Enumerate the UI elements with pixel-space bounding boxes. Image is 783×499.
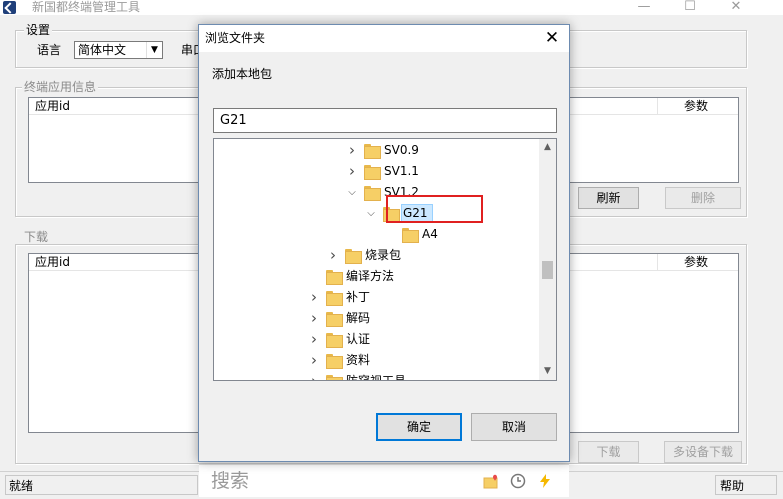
chevron-right-icon[interactable]: › [308,329,320,350]
tree-item-label: 解码 [346,311,371,325]
tree-item-label: A4 [422,227,438,241]
download-group-label: 下载 [22,230,51,244]
scroll-up-icon[interactable]: ▲ [539,139,556,156]
window-title: 新国都终端管理工具 [32,0,141,14]
language-select-value: 简体中文 [78,43,127,57]
refresh-button[interactable]: 刷新 [578,187,639,209]
folder-icon [326,270,343,285]
chevron-down-icon[interactable]: ⌵ [365,203,377,224]
chevron-right-icon[interactable]: › [308,350,320,371]
tree-item-label: 防窥视工具 [346,374,407,381]
folder-tree[interactable]: › 防窥视工具 › 资料 › 认证 › 解码 › 补丁 编译方法 › 烧录包 A4 ⌵ G21 ⌵ SV1.2 › S… [213,138,557,381]
tree-item[interactable]: › 补丁 [214,287,540,308]
column-header-params[interactable]: 参数 [657,98,739,115]
lightning-icon[interactable] [537,473,553,489]
dialog-title-bar: 浏览文件夹 ✕ [199,25,569,52]
ime-toolbar: 搜索 [199,464,569,497]
tree-item[interactable]: › 烧录包 [214,245,540,266]
folder-icon [326,312,343,327]
app-icon [3,1,16,14]
settings-group-label: 设置 [24,23,53,37]
language-select[interactable]: 简体中文 ▼ [74,41,163,59]
delete-button[interactable]: 删除 [665,187,741,209]
tree-item[interactable]: › SV0.9 [214,140,540,161]
download-button[interactable]: 下载 [578,441,639,463]
folder-icon [326,354,343,369]
folder-icon [326,291,343,306]
chevron-right-icon[interactable]: › [308,287,320,308]
chevron-right-icon[interactable]: › [346,140,358,161]
dialog-title: 浏览文件夹 [205,31,266,45]
tree-item-label: 补丁 [346,290,371,304]
chevron-right-icon[interactable]: › [308,371,320,380]
help-status: 帮助 [715,475,777,495]
folder-icon [345,249,362,264]
folder-icon [364,165,381,180]
folder-icon [402,228,419,243]
chevron-right-icon[interactable]: › [346,161,358,182]
folder-icon [326,333,343,348]
chevron-right-icon[interactable]: › [327,245,339,266]
minimize-button[interactable]: — [624,0,664,15]
ime-search-input[interactable]: 搜索 [211,468,249,494]
folder-heart-icon[interactable] [483,473,499,489]
tree-item[interactable]: ⌵ SV1.2 [214,182,540,203]
cancel-button[interactable]: 取消 [471,413,557,441]
tree-item-label: SV1.1 [384,164,419,178]
title-bar: 新国都终端管理工具 — ☐ ✕ [0,0,783,15]
chevron-down-icon[interactable]: ⌵ [346,182,358,203]
tree-item-label: 烧录包 [365,248,402,262]
scroll-thumb[interactable] [542,261,553,280]
close-button[interactable]: ✕ [716,0,756,15]
dialog-close-button[interactable]: ✕ [539,27,565,49]
language-label: 语言 [37,43,62,57]
tree-item-label: SV0.9 [384,143,419,157]
tree-item[interactable]: 编译方法 [214,266,540,287]
tree-item[interactable]: › 认证 [214,329,540,350]
tree-item-label: 编译方法 [346,269,395,283]
column-header-params[interactable]: 参数 [657,254,739,271]
tree-item-label: 认证 [346,332,371,346]
clock-icon[interactable] [510,473,526,489]
column-header-app-id[interactable]: 应用id [29,98,201,115]
tree-scrollbar[interactable]: ▲ ▼ [539,139,556,380]
status-text: 就绪 [5,475,198,495]
dialog-description: 添加本地包 [212,67,273,81]
folder-icon [326,375,343,380]
tree-item[interactable]: ⌵ G21 [214,203,540,224]
folder-icon [364,144,381,159]
tree-item[interactable]: A4 [214,224,540,245]
browse-folder-dialog: 浏览文件夹 ✕ 添加本地包 G21 › 防窥视工具 › 资料 › 认证 › 解码 › 补丁 编译方法… [198,24,570,462]
tree-item[interactable]: › 资料 [214,350,540,371]
column-header-app-id[interactable]: 应用id [29,254,201,271]
selection-annotation-box [386,195,483,223]
terminal-apps-group-label: 终端应用信息 [22,80,99,94]
chevron-down-icon: ▼ [146,42,162,58]
tree-item[interactable]: › 防窥视工具 [214,371,540,381]
maximize-button[interactable]: ☐ [670,0,710,15]
scroll-down-icon[interactable]: ▼ [539,363,556,380]
tree-item[interactable]: › SV1.1 [214,161,540,182]
ok-button[interactable]: 确定 [376,413,462,441]
folder-icon [364,186,381,201]
tree-item[interactable]: › 解码 [214,308,540,329]
folder-path-field[interactable]: G21 [213,108,557,133]
tree-item-label: 资料 [346,353,371,367]
multi-device-download-button[interactable]: 多设备下载 [664,441,742,463]
chevron-right-icon[interactable]: › [308,308,320,329]
